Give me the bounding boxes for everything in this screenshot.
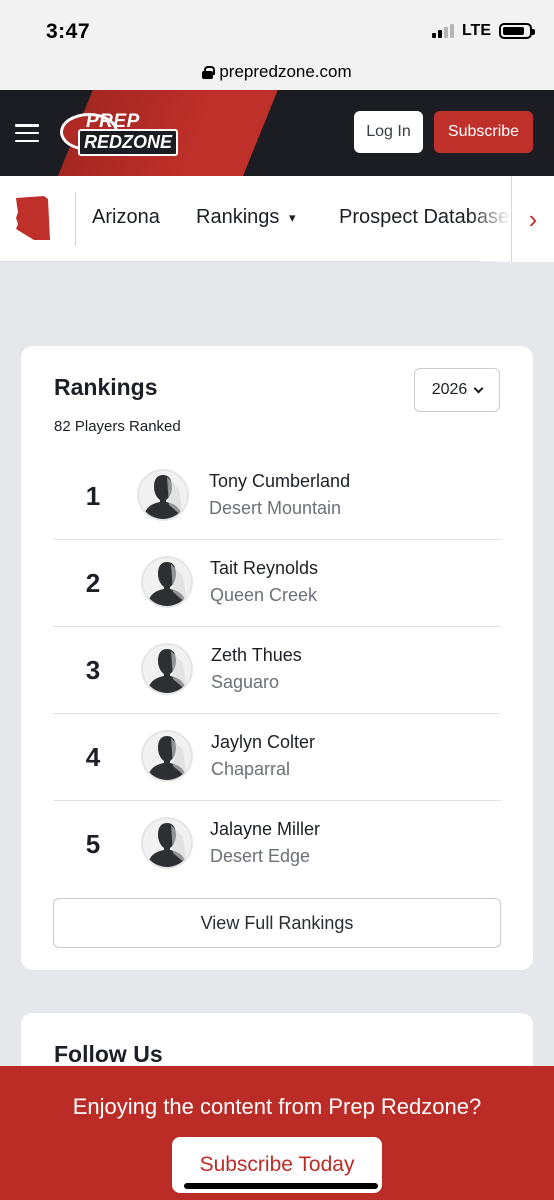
lock-icon	[202, 65, 216, 79]
nav-item-rankings[interactable]: Rankings ▾	[196, 206, 295, 229]
status-bar: 3:47 LTE	[0, 0, 554, 54]
ranking-row[interactable]: 2 Tait Reynolds Queen Creek	[53, 540, 501, 627]
signal-icon	[431, 24, 454, 38]
url-text: prepredzone.com	[219, 62, 352, 81]
nav-item-rankings-label: Rankings	[196, 206, 280, 228]
player-avatar-icon	[141, 556, 193, 608]
network-label: LTE	[461, 22, 491, 39]
player-avatar-icon	[141, 730, 193, 782]
nav-divider	[75, 192, 76, 246]
player-avatar-icon	[141, 643, 193, 695]
chevron-right-icon: ›	[528, 203, 538, 234]
player-school: Saguaro	[211, 672, 280, 692]
ranking-row[interactable]: 5 Jalayne Miller Desert Edge	[53, 801, 501, 888]
player-name: Tait Reynolds	[210, 558, 319, 578]
follow-us-title: Follow Us	[54, 1041, 163, 1067]
site-logo[interactable]: PREP REDZONE	[60, 111, 188, 156]
chevron-down-icon	[473, 383, 484, 393]
player-rank: 4	[85, 742, 101, 772]
home-indicator	[184, 1183, 378, 1189]
nav-scroll-right-button[interactable]: ›	[511, 176, 554, 262]
browser-url-bar[interactable]: prepredzone.com	[0, 54, 554, 90]
login-button[interactable]: Log In	[354, 111, 423, 153]
player-name: Zeth Thues	[211, 645, 302, 665]
year-select-value: 2026	[431, 381, 468, 398]
banner-text: Enjoying the content from Prep Redzone?	[72, 1094, 482, 1119]
battery-icon	[499, 23, 535, 39]
subscribe-button[interactable]: Subscribe	[434, 111, 533, 153]
player-avatar-icon	[137, 469, 189, 521]
player-rank: 1	[85, 481, 101, 511]
players-ranked-count: 82 Players Ranked	[54, 418, 181, 435]
player-avatar-icon	[141, 817, 193, 869]
player-school: Desert Mountain	[209, 498, 342, 518]
player-school: Queen Creek	[210, 585, 318, 605]
view-full-rankings-button[interactable]: View Full Rankings	[53, 898, 501, 948]
chevron-down-icon: ▾	[288, 209, 296, 225]
player-rank: 5	[85, 829, 101, 859]
state-nav: Arizona Rankings ▾ Prospect Database ›	[0, 176, 554, 262]
rankings-card: Rankings 82 Players Ranked 2026 1 Tony C…	[21, 346, 533, 970]
player-name: Tony Cumberland	[209, 471, 351, 491]
arizona-state-icon	[16, 196, 50, 240]
logo-text-bottom: REDZONE	[78, 129, 179, 156]
player-rank: 3	[85, 655, 101, 685]
ranking-row[interactable]: 1 Tony Cumberland Desert Mountain	[53, 453, 501, 540]
player-name: Jalayne Miller	[210, 819, 321, 839]
player-school: Desert Edge	[210, 846, 311, 866]
player-school: Chaparral	[211, 759, 291, 779]
ranking-row[interactable]: 4 Jaylyn Colter Chaparral	[53, 714, 501, 801]
nav-fade	[470, 176, 511, 262]
player-rank: 2	[85, 568, 101, 598]
nav-item-arizona[interactable]: Arizona	[92, 206, 160, 229]
status-time: 3:47	[46, 20, 91, 43]
subscribe-banner: Enjoying the content from Prep Redzone? …	[0, 1066, 554, 1200]
year-select[interactable]: 2026	[414, 368, 500, 412]
player-name: Jaylyn Colter	[211, 732, 316, 752]
rankings-title: Rankings	[54, 374, 158, 400]
status-indicators: LTE	[431, 22, 535, 40]
ranking-row[interactable]: 3 Zeth Thues Saguaro	[53, 627, 501, 714]
menu-icon[interactable]	[15, 124, 39, 142]
